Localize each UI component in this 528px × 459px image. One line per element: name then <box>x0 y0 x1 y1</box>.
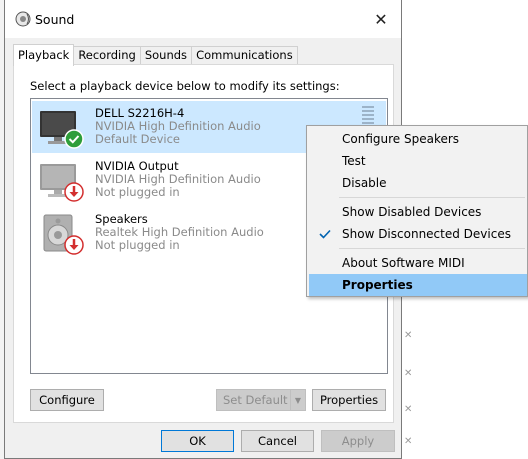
speaker-app-icon <box>15 11 31 27</box>
chevron-down-icon: ▼ <box>290 390 305 410</box>
device-driver: NVIDIA High Definition Audio <box>95 172 261 186</box>
menu-item-properties[interactable]: Properties <box>309 274 527 296</box>
tab-sounds[interactable]: Sounds <box>139 46 193 65</box>
cancel-button[interactable]: Cancel <box>241 430 314 452</box>
context-menu: Configure Speakers Test Disable Show Dis… <box>306 125 528 297</box>
menu-item-label: Show Disconnected Devices <box>342 227 511 241</box>
apply-button: Apply <box>321 430 395 452</box>
close-icon: ✕ <box>374 9 388 29</box>
set-default-button: Set Default ▼ <box>216 389 306 411</box>
menu-item-show-disabled[interactable]: Show Disabled Devices <box>309 201 527 223</box>
device-name: NVIDIA Output <box>95 159 179 173</box>
device-driver: Realtek High Definition Audio <box>95 225 264 239</box>
menu-separator <box>339 197 525 198</box>
menu-separator <box>339 248 525 249</box>
menu-item-configure-speakers[interactable]: Configure Speakers <box>309 128 527 150</box>
background-close-mark: ✕ <box>404 404 413 415</box>
title-bar[interactable]: Sound ✕ <box>5 0 401 38</box>
set-default-label: Set Default <box>223 393 288 407</box>
volume-level-meter <box>362 106 374 126</box>
device-driver: NVIDIA High Definition Audio <box>95 119 261 133</box>
device-name: DELL S2216H-4 <box>95 106 185 120</box>
menu-item-label: Test <box>342 154 366 168</box>
close-button[interactable]: ✕ <box>361 0 401 38</box>
device-name: Speakers <box>95 212 148 226</box>
window-title: Sound <box>35 12 75 27</box>
tab-communications[interactable]: Communications <box>191 46 298 65</box>
background-close-mark: ✕ <box>404 330 413 341</box>
red-down-arrow-icon <box>64 235 84 255</box>
device-status: Default Device <box>95 132 181 146</box>
tab-playback[interactable]: Playback <box>13 44 75 66</box>
checkmark-icon <box>318 223 332 245</box>
menu-item-label: Disable <box>342 176 387 190</box>
properties-button[interactable]: Properties <box>312 389 386 411</box>
menu-item-about-midi[interactable]: About Software MIDI Synthesizer <box>309 252 527 292</box>
menu-item-test[interactable]: Test <box>309 150 527 172</box>
device-status: Not plugged in <box>95 185 180 199</box>
menu-item-disable[interactable]: Disable <box>309 172 527 194</box>
ok-button[interactable]: OK <box>161 430 234 452</box>
background-close-mark: ✕ <box>404 436 413 447</box>
menu-item-show-disconnected[interactable]: Show Disconnected Devices <box>309 223 527 245</box>
green-check-icon <box>64 129 84 149</box>
background-close-mark: ✕ <box>404 368 413 379</box>
red-down-arrow-icon <box>64 182 84 202</box>
instruction-text: Select a playback device below to modify… <box>30 79 340 93</box>
device-status: Not plugged in <box>95 238 180 252</box>
tab-recording[interactable]: Recording <box>73 46 141 65</box>
configure-button[interactable]: Configure <box>30 389 104 411</box>
menu-item-label: Properties <box>342 278 413 292</box>
menu-item-label: Configure Speakers <box>342 132 460 146</box>
menu-item-label: Show Disabled Devices <box>342 205 482 219</box>
tab-strip: Playback Recording Sounds Communications <box>13 44 298 66</box>
